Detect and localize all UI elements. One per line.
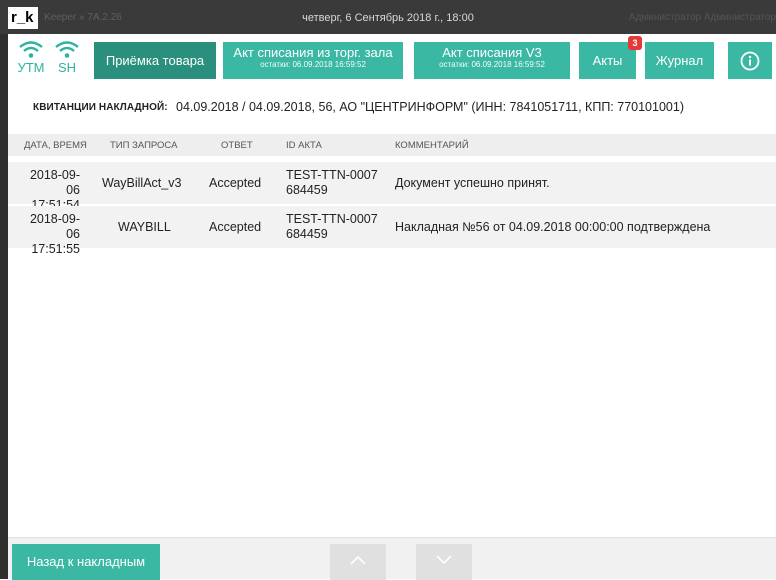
row-comment: Документ успешно принят. xyxy=(395,176,550,190)
wifi-icon xyxy=(55,41,79,58)
akt-v3-button[interactable]: Акт списания V3 остатки: 06.09.2018 16:5… xyxy=(414,42,570,79)
info-icon xyxy=(740,51,760,71)
akt-v3-label: Акт списания V3 xyxy=(442,45,542,60)
receipt-value: 04.09.2018 / 04.09.2018, 56, АО "ЦЕНТРИН… xyxy=(176,100,684,114)
row-id: TEST-TTN-0007 684459 xyxy=(286,168,378,198)
row-answer: Accepted xyxy=(209,220,262,234)
user-name: Администратор Администратор xyxy=(628,12,776,23)
header-type: ТИП ЗАПРОСА xyxy=(110,140,178,151)
receipt-label: КВИТАНЦИИ НАКЛАДНОЙ: xyxy=(33,102,168,113)
header-date: ДАТА, ВРЕМЯ xyxy=(24,140,87,151)
scroll-up-button[interactable] xyxy=(330,544,386,580)
row-type: WAYBILL xyxy=(118,220,171,234)
row-date: 2018-09-06 xyxy=(29,212,80,241)
row-type: WayBillAct_v3 xyxy=(102,176,182,190)
header-answer: ОТВЕТ xyxy=(221,140,253,151)
row-id-line1: TEST-TTN-0007 xyxy=(286,168,378,182)
akt-torg-sub: остатки: 06.09.2018 16:59:52 xyxy=(260,60,366,69)
table-row[interactable]: 2018-09-06 17:51:54 WayBillAct_v3 Accept… xyxy=(8,162,776,212)
akt-torg-button[interactable]: Акт списания из торг. зала остатки: 06.0… xyxy=(223,42,403,79)
info-button[interactable] xyxy=(728,42,772,79)
sh-label: SH xyxy=(57,60,77,75)
bottom-bar: Назад к накладным xyxy=(8,537,776,580)
header-comment: КОММЕНТАРИЙ xyxy=(395,140,469,151)
priemka-button[interactable]: Приёмка товара xyxy=(94,42,216,79)
journal-label: Журнал xyxy=(655,53,704,68)
utm-label: УТМ xyxy=(17,60,45,75)
row-id-line2: 684459 xyxy=(286,227,328,241)
top-bar: r_k Keeper » 7А.2.26 четверг, 6 Сентябрь… xyxy=(0,0,776,34)
receipt-info: КВИТАНЦИИ НАКЛАДНОЙ: 04.09.2018 / 04.09.… xyxy=(8,90,776,126)
table-row[interactable]: 2018-09-06 17:51:55 WAYBILL Accepted TES… xyxy=(8,206,776,256)
row-id: TEST-TTN-0007 684459 xyxy=(286,212,378,242)
akty-button[interactable]: Акты 3 xyxy=(579,36,642,79)
table-header: ДАТА, ВРЕМЯ ТИП ЗАПРОСА ОТВЕТ ID АКТА КО… xyxy=(8,134,776,156)
toolbar: УТМ SH Приёмка товара Акт списания из то… xyxy=(8,34,776,90)
row-id-line2: 684459 xyxy=(286,183,328,197)
priemka-label: Приёмка товара xyxy=(105,53,205,68)
row-datetime: 2018-09-06 17:51:55 xyxy=(24,212,80,257)
utm-status[interactable]: УТМ xyxy=(16,41,46,81)
chevron-down-icon xyxy=(436,555,452,565)
akt-v3-sub: остатки: 06.09.2018 16:59:52 xyxy=(439,60,545,69)
row-time: 17:51:55 xyxy=(31,242,80,256)
sh-status[interactable]: SH xyxy=(52,41,82,81)
journal-button[interactable]: Журнал xyxy=(645,42,714,79)
row-answer: Accepted xyxy=(209,176,262,190)
akt-torg-label: Акт списания из торг. зала xyxy=(233,45,393,60)
row-comment: Накладная №56 от 04.09.2018 00:00:00 под… xyxy=(395,220,711,234)
header-id: ID АКТА xyxy=(286,140,322,151)
row-date: 2018-09-06 xyxy=(29,168,80,197)
chevron-up-icon xyxy=(350,555,366,565)
wifi-icon xyxy=(19,41,43,58)
scroll-down-button[interactable] xyxy=(416,544,472,580)
back-to-waybills-button[interactable]: Назад к накладным xyxy=(12,544,160,580)
akty-count-badge: 3 xyxy=(628,36,642,50)
row-id-line1: TEST-TTN-0007 xyxy=(286,212,378,226)
